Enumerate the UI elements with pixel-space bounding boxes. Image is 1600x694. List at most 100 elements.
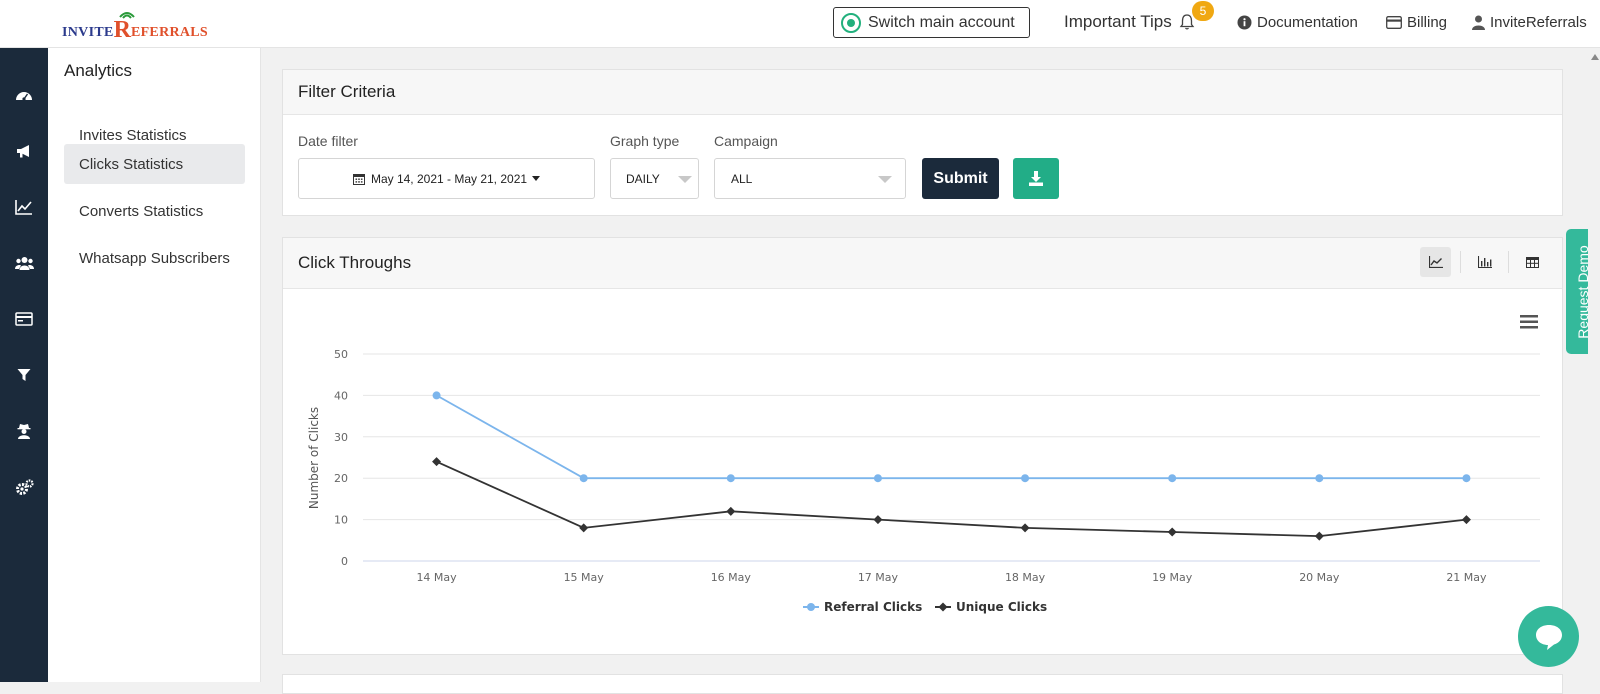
- subnav-item-converts-statistics[interactable]: Converts Statistics: [64, 191, 245, 231]
- y-tick-label: 40: [334, 389, 348, 402]
- info-icon: [1237, 15, 1252, 30]
- important-tips-label: Important Tips: [1064, 12, 1172, 31]
- legend-marker: [807, 603, 815, 611]
- important-tips[interactable]: Important Tips: [1064, 12, 1196, 32]
- analytics-subnav: Analytics Invites Statistics Clicks Stat…: [48, 48, 261, 682]
- graph-type-label: Graph type: [610, 133, 680, 149]
- chevron-down-icon: [678, 176, 692, 183]
- graph-type-select[interactable]: DAILY: [610, 158, 699, 199]
- logo-text-invite: INVITE: [62, 25, 114, 40]
- bar-chart-view-button[interactable]: [1469, 247, 1500, 277]
- view-separator: [1460, 251, 1461, 273]
- line-chart-view-button[interactable]: [1420, 247, 1451, 277]
- data-point: [432, 391, 441, 400]
- data-point: [1020, 523, 1030, 533]
- table-view-icon: [1526, 256, 1539, 268]
- chart-legend: Referral Clicks Unique Clicks: [803, 600, 1047, 614]
- chat-bubble-icon: [1535, 624, 1562, 650]
- legend-label: Unique Clicks: [956, 600, 1047, 614]
- view-separator: [1508, 251, 1509, 273]
- x-tick-label: 14 May: [416, 571, 457, 584]
- x-tick-label: 19 May: [1152, 571, 1193, 584]
- filter-icon[interactable]: [14, 365, 34, 385]
- account-menu[interactable]: InviteReferrals: [1472, 14, 1587, 31]
- submit-button[interactable]: Submit: [922, 158, 999, 199]
- y-tick-label: 20: [334, 472, 348, 485]
- campaign-label: Campaign: [714, 133, 778, 149]
- icon-sidebar: [0, 48, 48, 682]
- table-view-button[interactable]: [1517, 247, 1548, 277]
- data-point: [1314, 531, 1324, 541]
- subnav-item-clicks-statistics[interactable]: Clicks Statistics: [64, 144, 245, 184]
- switch-account-button[interactable]: Switch main account: [833, 7, 1030, 38]
- switch-account-label: Switch main account: [868, 13, 1015, 31]
- subnav-title: Analytics: [64, 61, 133, 80]
- users-icon[interactable]: [14, 253, 34, 273]
- x-tick-label: 21 May: [1446, 571, 1487, 584]
- filter-criteria-title: Filter Criteria: [283, 70, 1562, 115]
- next-panel: [282, 674, 1563, 694]
- cogs-icon[interactable]: [14, 477, 34, 497]
- tips-count-badge: 5: [1192, 1, 1214, 21]
- bar-chart-view-icon: [1477, 256, 1492, 268]
- chat-button[interactable]: [1518, 606, 1579, 667]
- download-icon: [1029, 171, 1043, 186]
- logo-text-r: R: [114, 12, 135, 42]
- data-point: [579, 474, 588, 483]
- billing-link[interactable]: Billing: [1386, 14, 1447, 31]
- calendar-icon: [352, 173, 365, 185]
- user-secret-icon[interactable]: [14, 421, 34, 441]
- date-filter-label: Date filter: [298, 133, 358, 149]
- click-throughs-chart: 0 10 20 30 40 50 14 May 15 May 16 May 17 May 18 M…: [307, 310, 1549, 614]
- card-icon[interactable]: [14, 309, 34, 329]
- date-range-picker[interactable]: May 14, 2021 - May 21, 2021: [298, 158, 595, 199]
- logo-text-eferrals: EFERRALS: [130, 25, 209, 40]
- line-chart-view-icon: [1428, 256, 1443, 268]
- page-scrollbar[interactable]: [1588, 48, 1600, 682]
- data-point: [1168, 474, 1177, 483]
- campaign-value: ALL: [731, 171, 753, 186]
- documentation-link[interactable]: Documentation: [1237, 14, 1358, 31]
- download-button[interactable]: [1013, 158, 1059, 199]
- subnav-item-label: Invites Statistics: [79, 126, 187, 144]
- x-tick-label: 17 May: [858, 571, 899, 584]
- click-throughs-title: Click Throughs: [283, 238, 1562, 289]
- data-point: [1021, 474, 1030, 483]
- data-point: [873, 474, 882, 483]
- campaign-select[interactable]: ALL: [714, 158, 906, 199]
- y-tick-label: 0: [341, 555, 348, 568]
- radio-dot-icon: [841, 12, 861, 33]
- data-point: [726, 474, 735, 483]
- billing-label: Billing: [1407, 14, 1448, 31]
- chart-menu-button[interactable]: [1519, 310, 1549, 336]
- subnav-item-label: Whatsapp Subscribers: [79, 249, 230, 267]
- subnav-item-label: Clicks Statistics: [79, 155, 184, 173]
- y-tick-label: 50: [334, 348, 348, 361]
- wifi-icon: [118, 12, 135, 19]
- y-tick-label: 30: [334, 431, 348, 444]
- series-line: [436, 460, 1467, 538]
- subnav-item-label: Converts Statistics: [79, 202, 204, 220]
- logo[interactable]: INVITE R EFERRALS: [62, 7, 209, 42]
- line-chart-icon[interactable]: [14, 197, 34, 217]
- subnav-item-whatsapp-subscribers[interactable]: Whatsapp Subscribers: [64, 238, 245, 278]
- data-point: [1315, 474, 1324, 483]
- y-axis-label: Number of Clicks: [307, 407, 321, 509]
- data-point: [579, 523, 589, 533]
- data-point: [1462, 474, 1471, 483]
- x-tick-label: 16 May: [711, 571, 752, 584]
- data-point: [873, 515, 883, 525]
- chart-gridlines: [363, 353, 1540, 562]
- x-tick-label: 20 May: [1299, 571, 1340, 584]
- legend-marker: [938, 602, 948, 612]
- documentation-label: Documentation: [1257, 14, 1358, 31]
- graph-type-value: DAILY: [626, 171, 660, 186]
- megaphone-icon[interactable]: [14, 141, 34, 161]
- dashboard-icon[interactable]: [14, 85, 34, 105]
- scroll-up-icon: [1591, 54, 1599, 60]
- chevron-down-icon: [878, 176, 892, 183]
- chart-series: [432, 391, 1471, 541]
- data-point: [432, 457, 442, 467]
- caret-down-icon: [532, 176, 541, 181]
- data-point: [726, 506, 736, 516]
